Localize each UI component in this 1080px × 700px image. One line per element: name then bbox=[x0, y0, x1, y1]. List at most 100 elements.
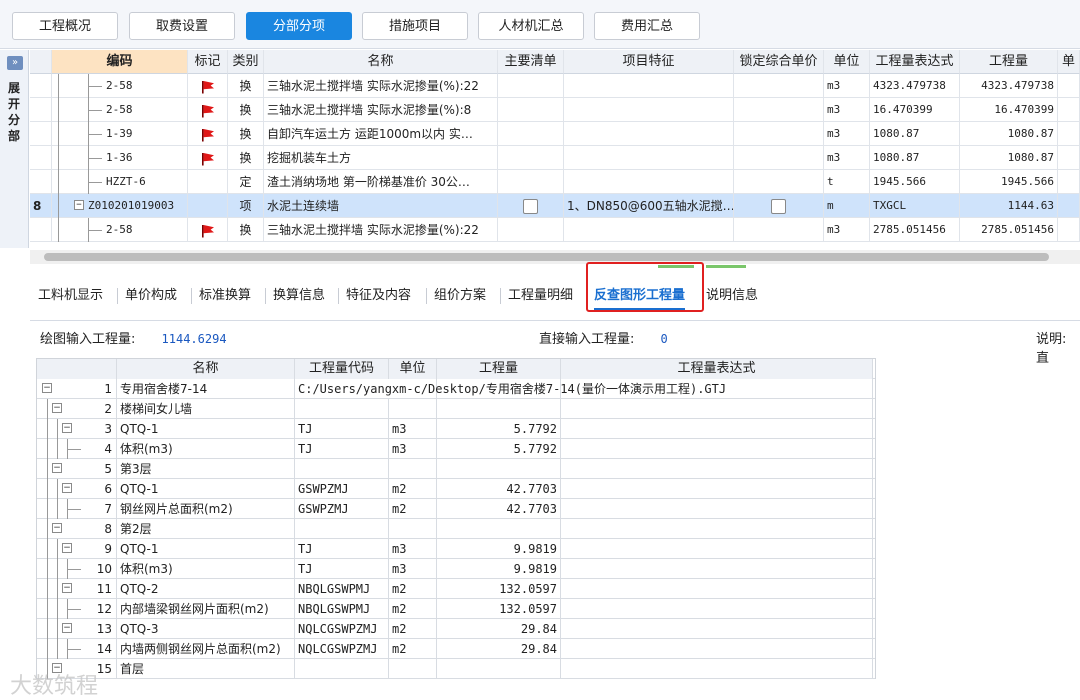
code-cell[interactable]: TJ bbox=[295, 559, 389, 579]
tab-cost-summary[interactable]: 费用汇总 bbox=[594, 12, 700, 40]
main-list-header[interactable]: 主要清单 bbox=[498, 50, 564, 74]
code-cell[interactable]: NQLCGSWPZMJ bbox=[295, 619, 389, 639]
mark-cell[interactable] bbox=[188, 74, 228, 98]
collapse-icon[interactable]: − bbox=[62, 583, 72, 593]
name-cell[interactable]: 体积(m3) bbox=[117, 439, 295, 459]
lock-price-cell[interactable] bbox=[734, 218, 824, 242]
tab-features[interactable]: 特征及内容 bbox=[346, 286, 411, 306]
name-cell[interactable]: 内部墙梁钢丝网片面积(m2) bbox=[117, 599, 295, 619]
code-cell[interactable]: C:/Users/yangxm-c/Desktop/专用宿舍楼7-14(量价一体… bbox=[295, 379, 726, 399]
unit-cell[interactable] bbox=[389, 399, 437, 419]
main-list-cell[interactable] bbox=[498, 98, 564, 122]
graphic-row[interactable]: − 13 QTQ-3 NQLCGSWPZMJ m2 29.84 bbox=[37, 619, 875, 639]
quantity-cell[interactable] bbox=[437, 459, 561, 479]
graphic-row[interactable]: −15 首层 bbox=[37, 659, 875, 679]
lock-price-cell[interactable] bbox=[734, 98, 824, 122]
table-row[interactable]: 2-58 换三轴水泥土搅拌墙 实际水泥掺量(%):22 m3 4323.479738 4… bbox=[30, 74, 1080, 98]
name-cell[interactable]: 三轴水泥土搅拌墙 实际水泥掺量(%):22 bbox=[264, 74, 498, 98]
main-list-cell[interactable] bbox=[498, 170, 564, 194]
expand-icon[interactable]: » bbox=[7, 56, 23, 70]
lock-price-header[interactable]: 锁定综合单价 bbox=[734, 50, 824, 74]
quantity-cell[interactable]: 1080.87 bbox=[960, 146, 1058, 170]
lock-price-cell[interactable] bbox=[734, 146, 824, 170]
expr-cell[interactable] bbox=[561, 459, 873, 479]
quantity-cell[interactable]: 4323.479738 bbox=[960, 74, 1058, 98]
code-cell[interactable]: TJ bbox=[295, 539, 389, 559]
name-cell[interactable]: 专用宿舍楼7-14 bbox=[117, 379, 295, 399]
collapse-icon[interactable]: − bbox=[52, 463, 62, 473]
unit-cell[interactable]: m3 bbox=[389, 539, 437, 559]
code-cell[interactable]: TJ bbox=[295, 439, 389, 459]
expr-cell[interactable]: 2785.051456 bbox=[870, 218, 960, 242]
graphic-row[interactable]: 4 体积(m3) TJ m3 5.7792 bbox=[37, 439, 875, 459]
name-cell[interactable]: 渣土消纳场地 第一阶梯基准价 30公… bbox=[264, 170, 498, 194]
lock-price-cell[interactable] bbox=[734, 194, 824, 218]
feature-header[interactable]: 项目特征 bbox=[564, 50, 734, 74]
feature-cell[interactable] bbox=[564, 170, 734, 194]
unit-cell[interactable]: m2 bbox=[389, 499, 437, 519]
tab-description[interactable]: 说明信息 bbox=[706, 286, 758, 306]
mark-cell[interactable] bbox=[188, 170, 228, 194]
mark-cell[interactable] bbox=[188, 194, 228, 218]
unit-cell[interactable] bbox=[389, 659, 437, 679]
tab-pricing-scheme[interactable]: 组价方案 bbox=[434, 286, 486, 306]
quantity-cell[interactable]: 42.7703 bbox=[437, 499, 561, 519]
name-cell[interactable]: 第3层 bbox=[117, 459, 295, 479]
expand-sidebar[interactable]: » 展开分部 bbox=[0, 50, 29, 248]
expr-cell[interactable]: 1945.566 bbox=[870, 170, 960, 194]
quantity-cell[interactable]: 132.0597 bbox=[437, 579, 561, 599]
expr-cell[interactable] bbox=[561, 639, 873, 659]
code-cell[interactable]: 1-36 bbox=[52, 146, 188, 170]
quantity-cell[interactable]: 5.7792 bbox=[437, 439, 561, 459]
quantity-cell[interactable] bbox=[437, 399, 561, 419]
mark-cell[interactable] bbox=[188, 218, 228, 242]
unit-cell[interactable] bbox=[389, 459, 437, 479]
name-header[interactable]: 名称 bbox=[117, 359, 295, 379]
tab-standard-conversion[interactable]: 标准换算 bbox=[199, 286, 251, 306]
quantity-cell[interactable]: 16.470399 bbox=[960, 98, 1058, 122]
tab-unit-price[interactable]: 单价构成 bbox=[125, 286, 177, 306]
main-list-cell[interactable] bbox=[498, 122, 564, 146]
expr-cell[interactable] bbox=[561, 559, 873, 579]
table-row[interactable]: 2-58 换三轴水泥土搅拌墙 实际水泥掺量(%):22 m3 2785.051456 2… bbox=[30, 218, 1080, 242]
code-cell[interactable]: NBQLGSWPMJ bbox=[295, 599, 389, 619]
table-row[interactable]: 1-39 换自卸汽车运土方 运距1000m以内 实… m3 1080.87 1080.8… bbox=[30, 122, 1080, 146]
name-cell[interactable]: 钢丝网片总面积(m2) bbox=[117, 499, 295, 519]
expr-cell[interactable]: 16.470399 bbox=[870, 98, 960, 122]
unit-cell[interactable]: m2 bbox=[389, 579, 437, 599]
quantity-cell[interactable] bbox=[437, 519, 561, 539]
unit-cell[interactable]: m2 bbox=[389, 479, 437, 499]
expr-cell[interactable] bbox=[561, 419, 873, 439]
code-cell[interactable]: 2-58 bbox=[52, 74, 188, 98]
name-cell[interactable]: 水泥土连续墙 bbox=[264, 194, 498, 218]
unit-header[interactable]: 单位 bbox=[824, 50, 870, 74]
code-cell[interactable]: GSWPZMJ bbox=[295, 499, 389, 519]
collapse-icon[interactable]: − bbox=[42, 383, 52, 393]
unit-cell[interactable]: m3 bbox=[389, 419, 437, 439]
tab-quantity-detail[interactable]: 工程量明细 bbox=[508, 286, 573, 306]
graphic-row[interactable]: −6 QTQ-1 GSWPZMJ m2 42.7703 bbox=[37, 479, 875, 499]
expr-cell[interactable]: TXGCL bbox=[870, 194, 960, 218]
collapse-icon[interactable]: − bbox=[52, 403, 62, 413]
feature-cell[interactable] bbox=[564, 74, 734, 98]
quantity-cell[interactable]: 1144.63 bbox=[960, 194, 1058, 218]
tab-fee-settings[interactable]: 取费设置 bbox=[129, 12, 235, 40]
expr-cell[interactable] bbox=[561, 659, 873, 679]
quantity-cell[interactable]: 29.84 bbox=[437, 639, 561, 659]
tab-conversion-info[interactable]: 换算信息 bbox=[273, 286, 325, 306]
lock-price-cell[interactable] bbox=[734, 74, 824, 98]
name-header[interactable]: 名称 bbox=[264, 50, 498, 74]
expr-cell[interactable] bbox=[561, 399, 873, 419]
name-cell[interactable]: QTQ-1 bbox=[117, 419, 295, 439]
expr-cell[interactable] bbox=[561, 579, 873, 599]
feature-cell[interactable] bbox=[564, 98, 734, 122]
graphic-row[interactable]: 7 钢丝网片总面积(m2) GSWPZMJ m2 42.7703 bbox=[37, 499, 875, 519]
graphic-row[interactable]: −8 第2层 bbox=[37, 519, 875, 539]
tab-labor-material[interactable]: 工料机显示 bbox=[38, 286, 103, 306]
expr-cell[interactable]: 4323.479738 bbox=[870, 74, 960, 98]
mark-cell[interactable] bbox=[188, 98, 228, 122]
mark-header[interactable]: 标记 bbox=[188, 50, 228, 74]
feature-cell[interactable] bbox=[564, 146, 734, 170]
quantity-cell[interactable]: 1945.566 bbox=[960, 170, 1058, 194]
main-list-cell[interactable] bbox=[498, 194, 564, 218]
